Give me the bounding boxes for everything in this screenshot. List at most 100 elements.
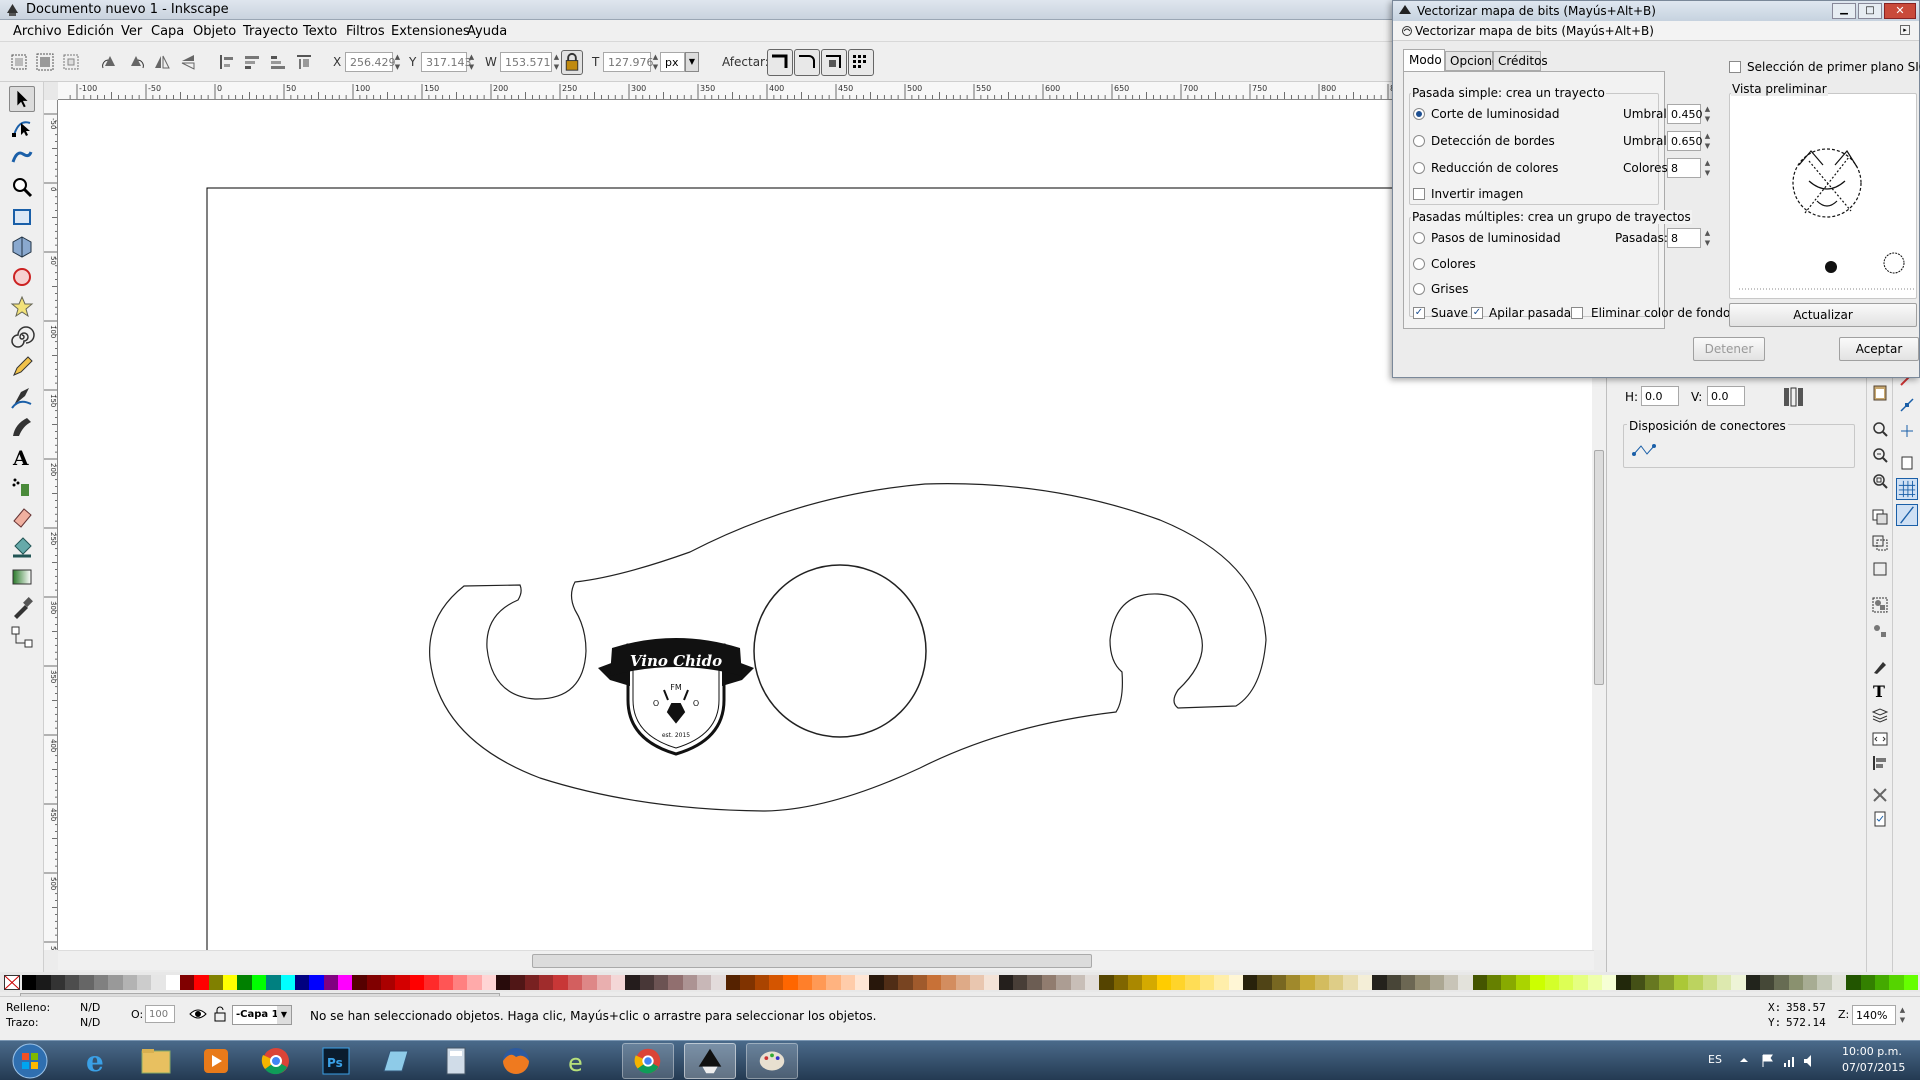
color-swatch[interactable]	[912, 975, 928, 990]
chrome-active-icon[interactable]	[622, 1043, 674, 1079]
duplicate-icon[interactable]	[1871, 508, 1889, 526]
select-all-layers-icon[interactable]	[35, 52, 55, 72]
color-swatch[interactable]	[280, 975, 296, 990]
color-swatch[interactable]	[869, 975, 885, 990]
color-swatch[interactable]	[1731, 975, 1747, 990]
action-center-flag-icon[interactable]	[1760, 1053, 1776, 1069]
unit-select[interactable]: px	[660, 52, 685, 72]
gradient-tool-icon[interactable]	[9, 564, 35, 590]
menu-ayuda[interactable]: Ayuda	[467, 24, 507, 39]
siox-checkbox[interactable]	[1729, 61, 1741, 73]
preferences-icon[interactable]	[1871, 786, 1889, 804]
color-swatch[interactable]	[1056, 975, 1072, 990]
color-swatch[interactable]	[725, 975, 741, 990]
raise-to-top-icon[interactable]	[216, 52, 236, 72]
color-swatch[interactable]	[237, 975, 253, 990]
star-tool-icon[interactable]	[9, 294, 35, 320]
flip-vertical-icon[interactable]	[178, 52, 198, 72]
color-swatch[interactable]	[768, 975, 784, 990]
color-swatch[interactable]	[1271, 975, 1287, 990]
rotate-cw-icon[interactable]	[126, 52, 146, 72]
threshold-2-field[interactable]: 0.650	[1667, 131, 1703, 151]
color-swatch[interactable]	[409, 975, 425, 990]
calculator-icon[interactable]	[430, 1043, 482, 1079]
zoom-page-icon[interactable]	[1871, 472, 1889, 490]
ok-button[interactable]: Aceptar	[1839, 337, 1919, 361]
color-swatch[interactable]	[596, 975, 612, 990]
internet-explorer-icon[interactable]: e	[70, 1043, 122, 1079]
paint-app-icon[interactable]	[746, 1043, 798, 1079]
color-swatch[interactable]	[1041, 975, 1057, 990]
color-swatch[interactable]	[1372, 975, 1388, 990]
color-swatch[interactable]	[1788, 975, 1804, 990]
color-swatch[interactable]	[1013, 975, 1028, 990]
connector-tool-icon[interactable]	[9, 624, 35, 650]
threshold-1-field[interactable]: 0.450	[1667, 104, 1703, 124]
color-swatch[interactable]	[1027, 975, 1043, 990]
pen-tool-icon[interactable]	[9, 384, 35, 410]
grays-radio[interactable]	[1413, 283, 1425, 295]
fill-value[interactable]: N/D	[80, 1001, 100, 1014]
color-swatch[interactable]	[1113, 975, 1129, 990]
color-swatch[interactable]	[1630, 975, 1646, 990]
language-indicator[interactable]: ES	[1708, 1053, 1722, 1066]
color-swatch[interactable]	[898, 975, 914, 990]
x-field[interactable]: 256.429	[345, 52, 396, 72]
dialog-minimize-button[interactable]: ▁	[1832, 3, 1856, 19]
color-swatch[interactable]	[697, 975, 712, 990]
eye-visibility-icon[interactable]	[188, 1006, 208, 1022]
color-swatch[interactable]	[323, 975, 339, 990]
affect-stroke-width-button[interactable]	[767, 49, 793, 76]
color-swatch[interactable]	[883, 975, 899, 990]
unlink-clone-icon[interactable]	[1871, 560, 1889, 578]
color-swatch[interactable]	[1645, 975, 1660, 990]
snap-grid-icon[interactable]	[1896, 478, 1918, 500]
stroke-value[interactable]: N/D	[80, 1016, 100, 1029]
color-swatch[interactable]	[122, 975, 138, 990]
color-swatch[interactable]	[93, 975, 109, 990]
color-swatch[interactable]	[108, 975, 124, 990]
snap-nodes-icon[interactable]	[1898, 396, 1916, 414]
dock-collapse-icon[interactable]: ▸	[1900, 25, 1910, 35]
edge-detection-radio[interactable]	[1413, 135, 1425, 147]
snap-guides-icon[interactable]	[1896, 504, 1918, 526]
align-distribute-icon[interactable]	[1871, 754, 1889, 772]
document-properties-icon[interactable]	[1871, 810, 1889, 828]
color-swatch[interactable]	[1530, 975, 1546, 990]
zoom-tool-icon[interactable]	[9, 174, 35, 200]
color-swatch[interactable]	[36, 975, 52, 990]
color-swatch[interactable]	[1171, 975, 1186, 990]
network-icon[interactable]	[1782, 1053, 1798, 1069]
color-swatch[interactable]	[1659, 975, 1675, 990]
dropper-tool-icon[interactable]	[9, 594, 35, 620]
color-swatch[interactable]	[22, 975, 37, 990]
color-swatch[interactable]	[1257, 975, 1273, 990]
menu-ver[interactable]: Ver	[121, 24, 142, 39]
tray-expand-icon[interactable]	[1738, 1054, 1750, 1066]
select-all-icon[interactable]	[9, 52, 29, 72]
xml-editor-icon[interactable]	[1871, 730, 1889, 748]
center-circle[interactable]	[753, 564, 927, 738]
color-swatch[interactable]	[668, 975, 684, 990]
color-swatch[interactable]	[1831, 975, 1847, 990]
color-swatch[interactable]	[539, 975, 554, 990]
color-swatch[interactable]	[1716, 975, 1732, 990]
color-swatch[interactable]	[740, 975, 756, 990]
remove-background-checkbox[interactable]	[1571, 307, 1583, 319]
deselect-icon[interactable]	[61, 52, 81, 72]
color-swatch[interactable]	[610, 975, 626, 990]
color-swatch[interactable]	[452, 975, 468, 990]
color-swatch[interactable]	[438, 975, 454, 990]
selector-tool-icon[interactable]	[9, 86, 35, 112]
color-swatch[interactable]	[812, 975, 827, 990]
invert-image-checkbox[interactable]	[1413, 188, 1425, 200]
color-swatch[interactable]	[395, 975, 411, 990]
layer-dropdown-arrow-icon[interactable]: ▼	[277, 1006, 291, 1024]
color-swatch[interactable]	[1242, 975, 1258, 990]
color-swatch[interactable]	[524, 975, 540, 990]
color-quant-radio[interactable]	[1413, 162, 1425, 174]
edge-app-icon[interactable]: e	[550, 1043, 602, 1079]
vertical-scroll-thumb[interactable]	[1594, 450, 1604, 685]
paint-bucket-tool-icon[interactable]	[9, 534, 35, 560]
raise-icon[interactable]	[242, 52, 262, 72]
